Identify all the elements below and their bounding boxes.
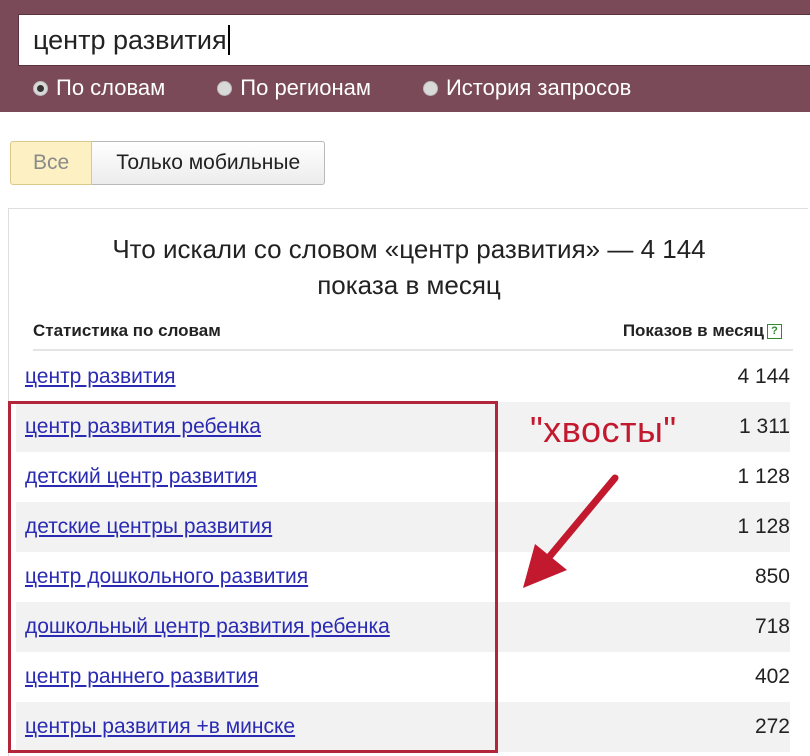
column-header-words: Статистика по словам xyxy=(33,321,221,340)
filter-mobile-button[interactable]: Только мобильные xyxy=(92,141,326,185)
radio-dot-icon xyxy=(422,80,438,96)
search-query: центр развития xyxy=(33,25,227,55)
search-mode-group: По словам По регионам История запросов xyxy=(33,74,683,102)
show-count: 272 xyxy=(754,715,790,738)
radio-label: По словам xyxy=(56,75,166,100)
column-header-shows: Показов в месяц ? xyxy=(623,321,782,341)
show-count: 1 128 xyxy=(737,515,790,538)
show-count: 1 311 xyxy=(739,415,790,438)
stats-title: Что искали со словом «центр развития» — … xyxy=(19,231,799,303)
show-count: 402 xyxy=(754,665,790,688)
text-caret xyxy=(227,25,230,55)
radio-query-history[interactable]: История запросов xyxy=(422,75,632,101)
annotation-arrow-icon xyxy=(523,474,619,588)
stats-title-line1: Что искали со словом «центр развития» — … xyxy=(112,234,706,264)
tails-annotation-label: "хвосты" xyxy=(530,409,677,450)
radio-dot-icon xyxy=(33,80,48,96)
tails-highlight-box xyxy=(8,401,498,753)
show-count: 718 xyxy=(754,615,790,638)
header-divider xyxy=(33,349,793,351)
phrase-link[interactable]: центр развития xyxy=(25,365,176,389)
show-count: 4 144 xyxy=(737,365,790,388)
stats-title-line2: показа в месяц xyxy=(317,270,501,300)
column-header-shows-label: Показов в месяц xyxy=(622,321,764,340)
filter-all-button[interactable]: Все xyxy=(10,141,93,185)
radio-by-regions[interactable]: По регионам xyxy=(217,75,371,101)
search-panel: центр развития По словам По регионам Ист… xyxy=(0,0,810,112)
radio-dot-icon xyxy=(217,80,233,96)
radio-label: По регионам xyxy=(240,75,371,100)
help-icon[interactable]: ? xyxy=(767,323,782,339)
show-count: 1 128 xyxy=(737,465,790,488)
search-input[interactable]: центр развития xyxy=(18,14,810,66)
radio-by-words[interactable]: По словам xyxy=(33,75,165,101)
table-row: центр развития 4 144 xyxy=(16,352,790,402)
show-count: 850 xyxy=(754,565,790,588)
radio-label: История запросов xyxy=(445,75,632,100)
device-filter-group: Все Только мобильные xyxy=(10,141,326,185)
